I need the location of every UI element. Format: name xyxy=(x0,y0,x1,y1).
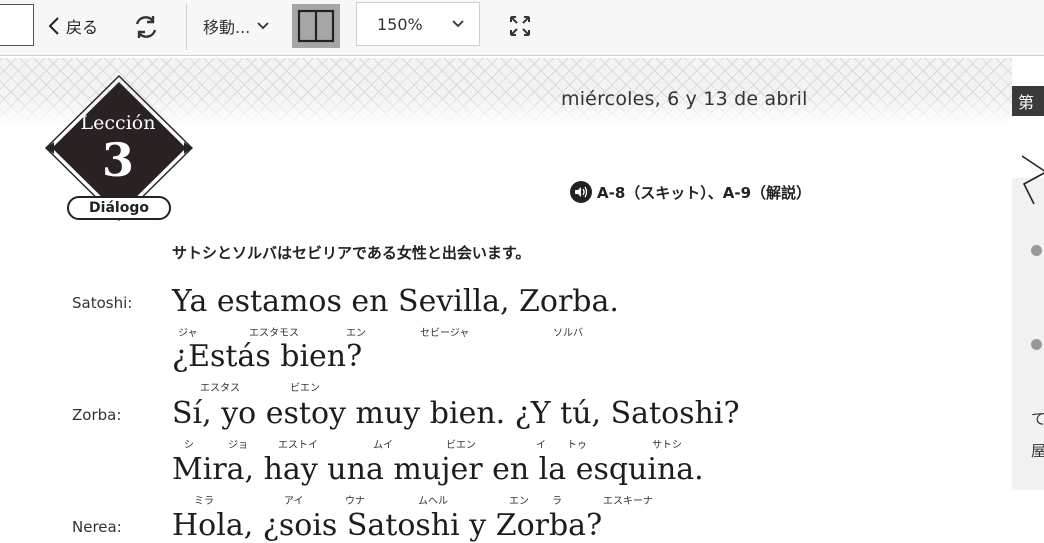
move-label: 移動... xyxy=(203,18,251,37)
lesson-date: miércoles, 6 y 13 de abril xyxy=(561,88,808,110)
toolbar-divider xyxy=(186,4,187,50)
audio-label: A-8（スキット）、A-9（解説） xyxy=(597,183,812,202)
two-page-icon xyxy=(297,9,335,43)
star-shape xyxy=(1021,155,1044,205)
chevron-down-icon xyxy=(452,20,464,28)
ruby-text: エスキーナ xyxy=(603,496,653,507)
dialogue-line: Sí, yo estoy muy bien. ¿Y tú, Satoshi? xyxy=(172,396,740,431)
fullscreen-icon[interactable] xyxy=(508,14,532,38)
chevron-left-icon xyxy=(48,17,59,35)
ruby-text: エン xyxy=(509,496,529,507)
page-number-input[interactable] xyxy=(0,4,34,46)
ruby-text: ジョ xyxy=(228,440,248,451)
two-page-view-button[interactable] xyxy=(292,4,340,48)
dialogue-line: Mira, hay una mujer en la esquina. xyxy=(172,452,704,487)
back-button[interactable]: 戻る xyxy=(48,10,98,42)
viewer-toolbar: 戻る 移動... 150% xyxy=(0,0,1044,56)
ruby-text: ビエン xyxy=(290,383,320,394)
ruby-text: アイ xyxy=(284,496,304,507)
speaker-name: Nerea: xyxy=(72,518,122,536)
dialogue-line: ¿Estás bien? xyxy=(172,339,363,374)
speaker-icon xyxy=(570,181,592,203)
ruby-text: イ xyxy=(536,440,546,451)
lesson-label: Lección xyxy=(80,112,156,134)
ruby-text: シ xyxy=(184,440,194,451)
ruby-text: トゥ xyxy=(567,440,587,451)
section-label: Diálogo xyxy=(67,196,171,220)
dialogue-intro: サトシとソルバはセビリアである女性と出会います。 xyxy=(172,244,531,262)
zoom-select[interactable]: 150% xyxy=(356,2,480,46)
ruby-text: エスタス xyxy=(200,383,240,394)
speaker-name: Zorba: xyxy=(72,406,122,424)
ruby-text: エストイ xyxy=(278,440,318,451)
ruby-text: ウナ xyxy=(345,496,365,507)
back-label: 戻る xyxy=(66,18,99,37)
refresh-icon[interactable] xyxy=(131,12,161,42)
chevron-down-icon xyxy=(257,22,269,30)
audio-track-link[interactable]: A-8（スキット）、A-9（解説） xyxy=(570,181,811,203)
ruby-text: ビエン xyxy=(446,440,476,451)
lesson-number: 3 xyxy=(101,133,134,187)
next-page-tab: 第 xyxy=(1012,86,1044,116)
dialogue-line: Hola, ¿sois Satoshi y Zorba? xyxy=(172,508,603,543)
bullet xyxy=(1031,339,1042,350)
ruby-text: セビージャ xyxy=(420,328,470,339)
ruby-text: ソルバ xyxy=(553,328,583,339)
ruby-text: ムヘル xyxy=(418,496,448,507)
ruby-text: エン xyxy=(346,328,366,339)
book-page: miércoles, 6 y 13 de abril 第 て 屋 Lección… xyxy=(0,56,1044,543)
ruby-text: サトシ xyxy=(652,440,682,451)
zoom-value: 150% xyxy=(377,14,423,34)
ruby-text: ラ xyxy=(552,496,562,507)
speaker-name: Satoshi: xyxy=(72,294,133,312)
next-page-text: て xyxy=(1031,410,1044,428)
bullet xyxy=(1031,245,1042,256)
ruby-text: ジャ xyxy=(178,328,198,339)
ruby-text: エスタモス xyxy=(249,328,299,339)
ruby-text: ムイ xyxy=(373,440,393,451)
move-dropdown[interactable]: 移動... xyxy=(203,10,270,42)
dialogue-line: Ya estamos en Sevilla, Zorba. xyxy=(172,284,619,319)
next-page-text: 屋 xyxy=(1031,442,1044,460)
ruby-text: ミラ xyxy=(194,496,214,507)
